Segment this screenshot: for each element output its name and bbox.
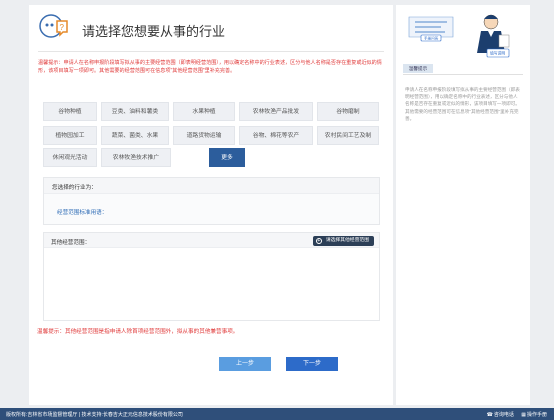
category-grain-planting[interactable]: 谷物种植 [43,102,97,121]
prev-button[interactable]: 上一步 [219,357,271,371]
sidebar: 手册问答 填写说明 温馨提示 申请人在名称申报阶段填写拟从事的主要经营范围（即表… [396,5,530,405]
side-divider [403,74,523,75]
consult-phone-link[interactable]: 咨询电话 [494,412,514,418]
choose-other-scope-label: 请选择其他经营范围 [325,238,369,243]
category-agri-wholesale[interactable]: 农林牧渔产品批发 [239,102,313,121]
selected-industry-label: 您选择的行业为： [52,185,97,191]
footer: 版权所有:吉林省市场监督管理厅 | 技术支持:长春吉大正元信息技术股份有限公司 … [0,408,554,420]
svg-text:?: ? [60,23,65,32]
category-agri-tech[interactable]: 农林牧渔技术推广 [101,148,171,167]
question-bubble-icon: ? [39,14,68,38]
category-leisure-tourism[interactable]: 休闲观光活动 [43,148,97,167]
main-panel: ? 请选择您想要从事的行业 温馨提示：申请人在名称申报阶段填写拟从事的主要经营范… [29,5,393,405]
category-beans-oil[interactable]: 豆类、油料和薯类 [101,102,169,121]
fill-guide-banner-text: 填写说明 [490,51,505,56]
selected-industry-box: 您选择的行业为： 经营范围标准用语： [43,177,380,225]
category-vegetables[interactable]: 蔬菜、菌类、水果 [101,126,169,145]
footer-copyright: 版权所有:吉林省市场监督管理厅 | 技术支持:长春吉大正元信息技术股份有限公司 [6,412,183,418]
side-tip-title: 温馨提示 [403,64,433,73]
category-road-transport[interactable]: 道路货物运输 [173,126,235,145]
manual-qa-banner-text: 手册问答 [424,36,439,41]
category-plant-processing[interactable]: 植物园加工 [43,126,97,145]
other-scope-box: 其他经营范围： + 请选择其他经营范围 [43,232,380,321]
warning-text: 温馨提示：申请人在名称申报阶段填写拟从事的主要经营范围（即表明经营范围），用以确… [38,60,382,74]
operation-manual-link[interactable]: 操作手册 [527,412,547,418]
plus-icon: + [315,238,322,244]
category-grain-milling[interactable]: 谷物磨制 [317,102,379,121]
manual-icon: ▦ [521,412,526,418]
warning-text-2: 温馨提示：其他经营范围是指申请人除首项经营范围外，拟从事的其他兼营事项。 [37,329,239,335]
more-button[interactable]: 更多 [209,148,245,167]
category-rural-crafts[interactable]: 农村民间工艺及制 [317,126,379,145]
header-divider [38,51,384,52]
phone-icon: ☎ [486,412,493,418]
category-fruit-planting[interactable]: 水果种植 [173,102,235,121]
footer-links: ☎咨询电话 ▦操作手册 [481,411,547,418]
next-button[interactable]: 下一步 [286,357,338,371]
business-scope-standard-link[interactable]: 经营范围标准用语： [57,208,107,216]
selected-industry-header: 您选择的行业为： [44,178,379,194]
choose-other-scope-button[interactable]: + 请选择其他经营范围 [312,236,374,246]
other-scope-header: 其他经营范围： + 请选择其他经营范围 [44,233,379,248]
page-title: 请选择您想要从事的行业 [82,24,226,39]
side-tip-text: 申请人在名称申报阶段填写拟从事的主要经营范围（即表明经营范围），用以确定名称中的… [405,87,520,121]
other-scope-label: 其他经营范围： [51,240,91,246]
guide-mascot-banner[interactable]: 手册问答 填写说明 [401,11,523,59]
category-grain-cotton[interactable]: 谷物、棉花等农产 [239,126,313,145]
